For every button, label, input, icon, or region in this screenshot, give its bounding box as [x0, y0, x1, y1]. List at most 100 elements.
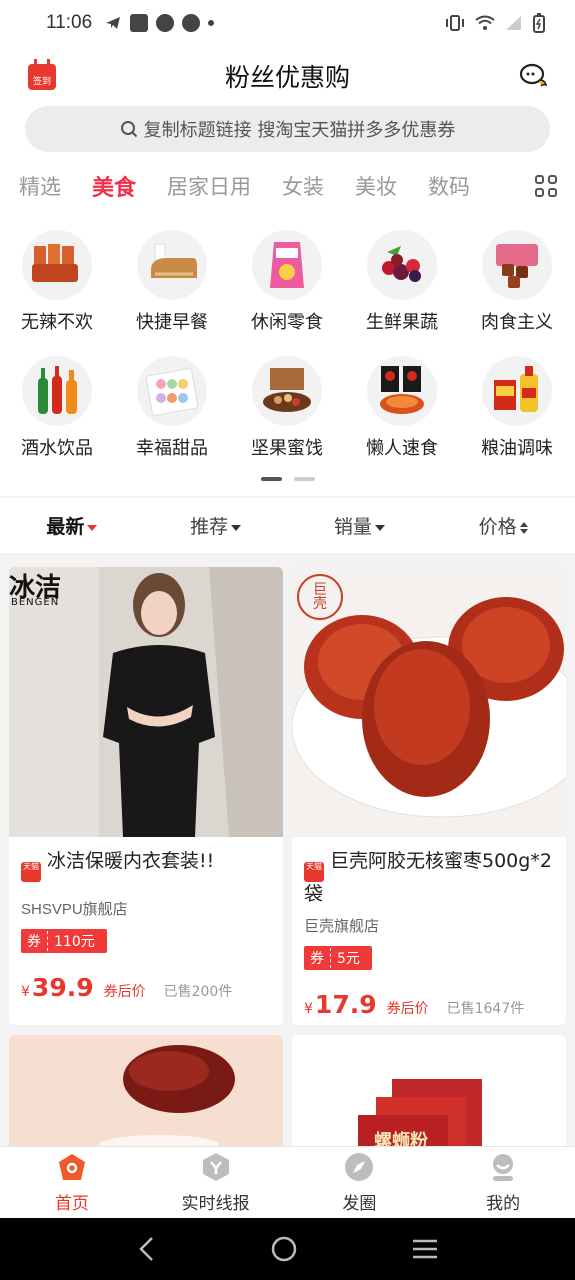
tab-shuma[interactable]: 数码 [428, 171, 470, 201]
back-icon[interactable] [137, 1236, 157, 1262]
app-notification-icon-2 [182, 14, 201, 32]
category-grid-icon[interactable] [535, 175, 557, 197]
coupon-value: 5元 [337, 951, 360, 967]
price-note: 券后价 [103, 984, 146, 1000]
app-header: 签到 粉丝优惠购 [0, 46, 575, 106]
instant-noodle-icon [367, 356, 437, 426]
nav-moments[interactable]: 发圈 [288, 1147, 432, 1218]
coupon-badge: 券 5元 [304, 946, 372, 970]
subcategory-item[interactable]: 懒人速食 [352, 356, 452, 460]
macaron-icon [137, 356, 207, 426]
product-title: 天猫 巨壳阿胶无核蜜枣500g*2袋 [304, 849, 554, 907]
sort-bar: 最新 推荐 销量 价格 [0, 497, 575, 553]
subcategory-label: 幸福甜品 [136, 438, 208, 459]
search-placeholder: 复制标题链接 搜淘宝天猫拼多多优惠券 [143, 120, 456, 141]
tab-meishi[interactable]: 美食 [92, 170, 136, 202]
subcategory-item[interactable]: 肉食主义 [467, 230, 567, 334]
telegram-icon [106, 17, 121, 29]
subcategory-item[interactable]: 坚果蜜饯 [237, 356, 337, 460]
tab-jujia[interactable]: 居家日用 [167, 171, 251, 201]
drinks-icon [22, 356, 92, 426]
nav-news[interactable]: 实时线报 [144, 1147, 288, 1218]
system-nav-bar [0, 1218, 575, 1280]
caret-down-icon [231, 524, 242, 531]
coupon-badge: 券 110元 [21, 929, 107, 953]
subcategory-label: 无辣不欢 [21, 312, 93, 333]
product-image [9, 1035, 283, 1155]
nav-home-label: 首页 [54, 1194, 89, 1214]
sort-price[interactable]: 价格 [431, 512, 575, 539]
sort-sales[interactable]: 销量 [288, 512, 432, 539]
product-card[interactable]: 巨壳 天猫 巨壳阿胶无核蜜枣500g*2袋 巨壳旗舰店 券 5元 ¥ 17.9 券后… [292, 567, 566, 1025]
oil-icon [482, 356, 552, 426]
sort-updown-icon [519, 521, 528, 534]
product-image: 冰洁 BENGEN [9, 567, 283, 837]
tmall-icon: 天猫 [21, 862, 41, 882]
moments-icon [345, 1153, 374, 1181]
home-icon [58, 1154, 85, 1180]
tab-jingxuan[interactable]: 精选 [19, 171, 61, 201]
coupon-label: 券 [304, 948, 331, 968]
page-dot-active [260, 477, 282, 481]
product-title: 天猫 冰洁保暖内衣套装!! [21, 849, 271, 882]
subcategory-item[interactable]: 无辣不欢 [7, 230, 107, 334]
sort-latest[interactable]: 最新 [0, 512, 144, 539]
subcategory-label: 坚果蜜饯 [251, 438, 323, 459]
message-icon[interactable] [519, 62, 549, 90]
bread-icon [137, 230, 207, 300]
subcategory-item[interactable]: 休闲零食 [237, 230, 337, 334]
subcategory-label: 快捷早餐 [136, 312, 208, 333]
nav-home[interactable]: 首页 [0, 1147, 144, 1218]
nav-profile-label: 我的 [486, 1194, 521, 1214]
product-card[interactable]: 螺蛳粉 [292, 1035, 566, 1155]
coupon-value: 110元 [54, 934, 95, 950]
nav-moments-label: 发圈 [342, 1194, 377, 1214]
product-card[interactable] [9, 1035, 283, 1155]
battery-icon [533, 13, 545, 33]
product-image: 螺蛳粉 [292, 1035, 566, 1155]
status-time: 11:06 [46, 12, 93, 33]
vibrate-icon [446, 15, 464, 31]
subcategory-label: 粮油调味 [481, 438, 553, 459]
search-input[interactable]: 复制标题链接 搜淘宝天猫拼多多优惠券 [25, 106, 550, 152]
sort-latest-label: 最新 [46, 516, 85, 538]
product-card[interactable]: 冰洁 BENGEN 天猫 冰洁保暖内衣套装!! SHSVPU旗舰店 券 110元 ¥… [9, 567, 283, 1025]
tab-nvzhuang[interactable]: 女装 [282, 171, 324, 201]
price-note: 券后价 [386, 1001, 429, 1017]
nav-profile[interactable]: 我的 [431, 1147, 575, 1218]
shop-name: SHSVPU旗舰店 [21, 901, 128, 918]
currency-symbol: ¥ [304, 1001, 313, 1017]
tab-meizhuang[interactable]: 美妆 [355, 171, 397, 201]
subcategory-label: 懒人速食 [366, 438, 438, 459]
sort-recommend-label: 推荐 [190, 516, 229, 538]
sold-count: 已售1647件 [446, 1001, 525, 1017]
category-tabs: 精选 美食 居家日用 女装 美妆 数码 [0, 156, 575, 216]
nav-news-label: 实时线报 [181, 1194, 250, 1214]
caret-down-icon [87, 524, 98, 531]
subcategory-label: 肉食主义 [481, 312, 553, 333]
app-notification-icon [156, 14, 175, 32]
brand-seal: 巨壳 [313, 582, 327, 612]
sort-recommend[interactable]: 推荐 [144, 512, 288, 539]
subcategory-item[interactable]: 幸福甜品 [122, 356, 222, 460]
shop-name: 巨壳旗舰店 [304, 918, 380, 935]
subcategory-label: 生鲜果蔬 [366, 312, 438, 333]
product-image: 巨壳 [292, 567, 566, 837]
price: 17.9 [314, 990, 377, 1019]
subcategory-item[interactable]: 快捷早餐 [122, 230, 222, 334]
more-notifications-icon [208, 20, 215, 26]
tabs-fade [503, 168, 523, 204]
checkin-label: 签到 [32, 77, 51, 87]
system-icons [445, 13, 545, 33]
subcategory-item[interactable]: 酒水饮品 [7, 356, 107, 460]
subcategory-item[interactable]: 生鲜果蔬 [352, 230, 452, 334]
brand-sub: BENGEN [11, 597, 60, 608]
meat-icon [482, 230, 552, 300]
bottom-nav: 首页 实时线报 发圈 我的 [0, 1146, 575, 1218]
price-line: ¥ 17.9 券后价 已售1647件 [304, 990, 554, 1019]
recents-icon[interactable] [411, 1237, 439, 1261]
profile-icon [493, 1154, 514, 1181]
home-circle-icon[interactable] [270, 1235, 298, 1263]
checkin-button[interactable]: 签到 [28, 59, 56, 90]
subcategory-item[interactable]: 粮油调味 [467, 356, 567, 460]
